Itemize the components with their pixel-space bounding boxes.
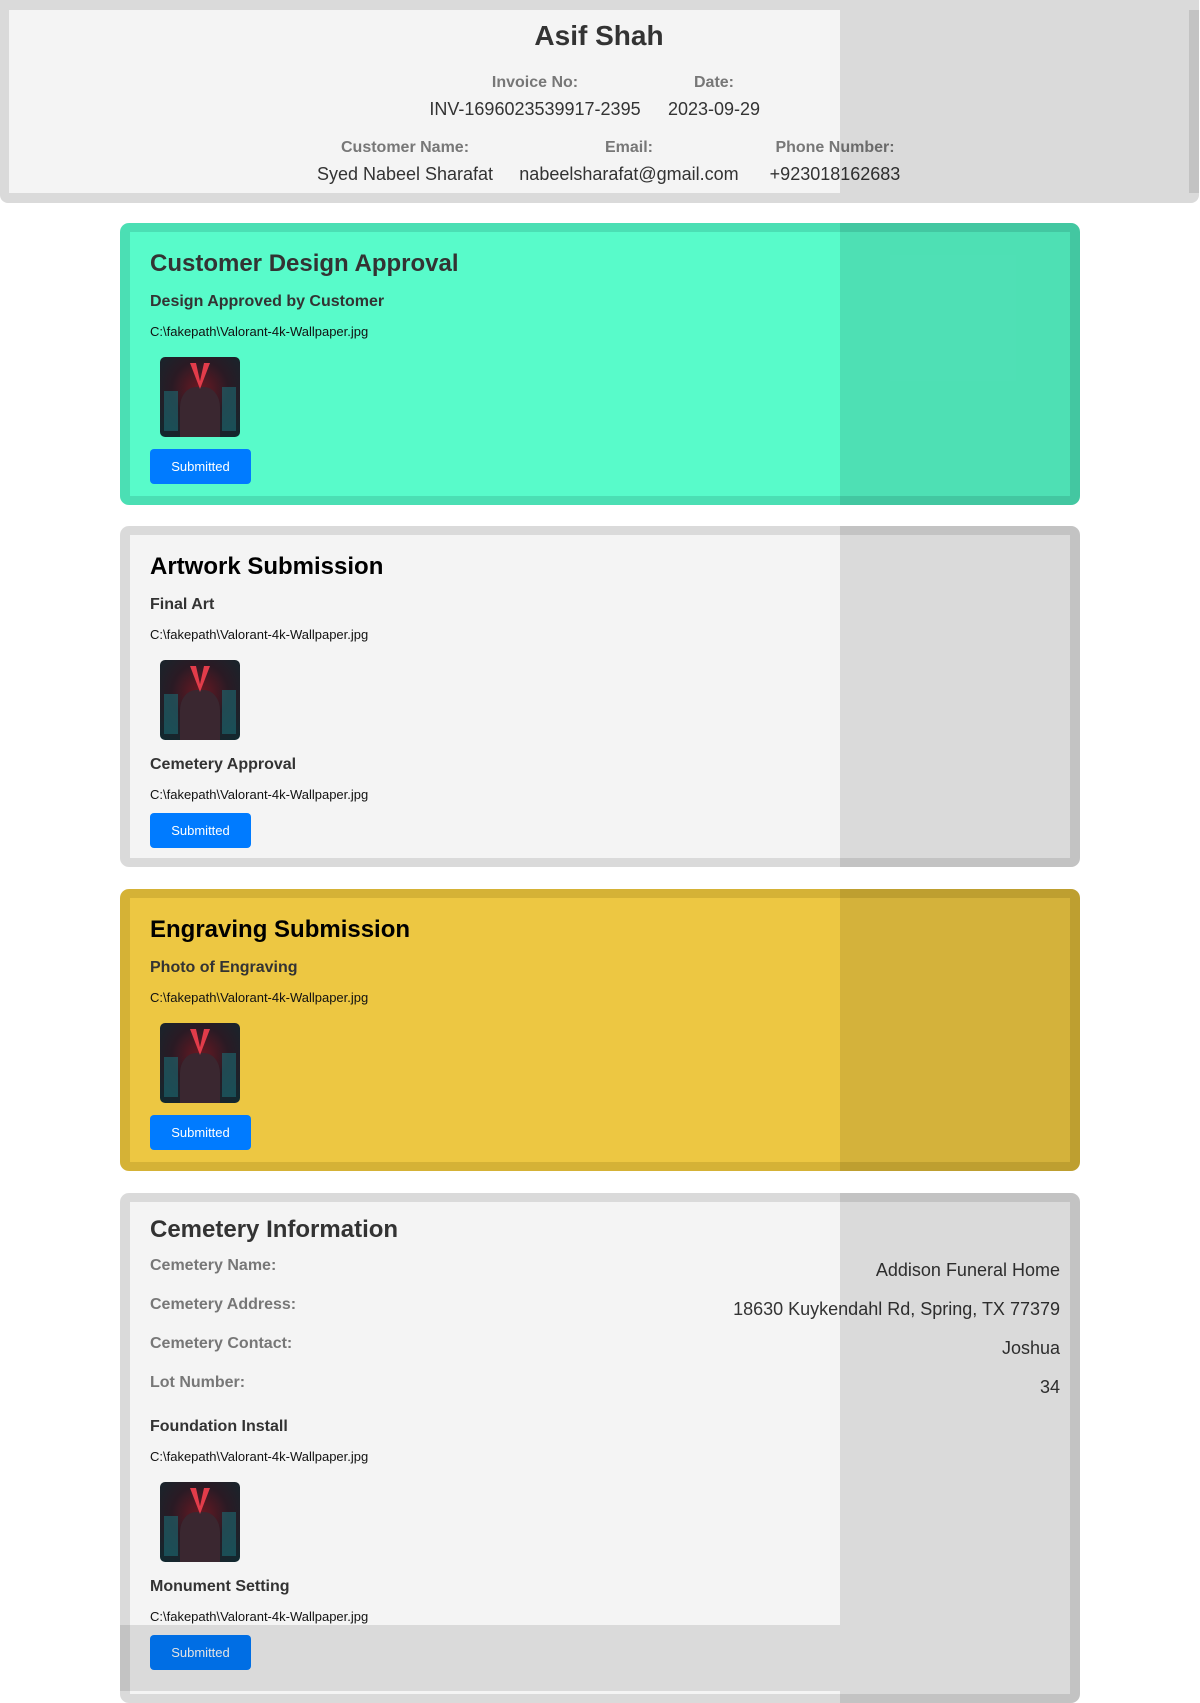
cemetery-title: Cemetery Information — [150, 1216, 399, 1243]
phone-value: +923018162683 — [769, 164, 901, 184]
cemetery-submitted-button[interactable]: Submitted — [150, 1635, 251, 1670]
overlay-shade — [840, 526, 1080, 867]
date-label: Date: — [693, 74, 734, 91]
final-art-label: Final Art — [150, 596, 215, 613]
invoice-no-label: Invoice No: — [491, 74, 579, 91]
engraving-submitted-button[interactable]: Submitted — [150, 1115, 251, 1150]
design-approval-card: Customer Design Approval Design Approved… — [120, 223, 1080, 505]
foundation-install-thumbnail[interactable] — [160, 1482, 240, 1562]
overlay-shade — [840, 1193, 1080, 1703]
final-art-file: C:\fakepath\Valorant-4k-Wallpaper.jpg — [150, 627, 369, 642]
customer-title: Asif Shah — [534, 20, 664, 51]
cemetery-address-label: Cemetery Address: — [150, 1296, 297, 1313]
engraving-title: Engraving Submission — [150, 916, 411, 943]
date-value: 2023-09-29 — [667, 99, 761, 119]
design-approved-file: C:\fakepath\Valorant-4k-Wallpaper.jpg — [150, 324, 369, 339]
engraving-card: Engraving Submission Photo of Engraving … — [120, 889, 1080, 1171]
overlay-shade — [840, 223, 1080, 505]
invoice-header: Asif Shah Invoice No: INV-1696023539917-… — [0, 0, 1199, 203]
lot-number-label: Lot Number: — [150, 1374, 246, 1391]
cemetery-contact-label: Cemetery Contact: — [150, 1335, 293, 1352]
foundation-install-label: Foundation Install — [150, 1418, 288, 1435]
cemetery-approval-file: C:\fakepath\Valorant-4k-Wallpaper.jpg — [150, 787, 369, 802]
final-art-thumbnail[interactable] — [160, 660, 240, 740]
design-approved-label: Design Approved by Customer — [150, 293, 385, 310]
engraving-thumbnail[interactable] — [160, 1023, 240, 1103]
customer-name-value: Syed Nabeel Sharafat — [316, 164, 494, 184]
foundation-install-file: C:\fakepath\Valorant-4k-Wallpaper.jpg — [150, 1449, 369, 1464]
photo-of-engraving-file: C:\fakepath\Valorant-4k-Wallpaper.jpg — [150, 990, 369, 1005]
artwork-card: Artwork Submission Final Art C:\fakepath… — [120, 526, 1080, 867]
invoice-header-body: Asif Shah Invoice No: INV-1696023539917-… — [9, 10, 1189, 193]
overlay-shade — [840, 889, 1080, 1171]
artwork-title: Artwork Submission — [150, 553, 384, 580]
monument-setting-label: Monument Setting — [150, 1578, 290, 1595]
customer-name-label: Customer Name: — [340, 139, 470, 156]
design-approved-thumbnail[interactable] — [160, 357, 240, 437]
design-approval-title: Customer Design Approval — [150, 250, 459, 277]
monument-setting-file: C:\fakepath\Valorant-4k-Wallpaper.jpg — [150, 1609, 369, 1624]
email-value: nabeelsharafat@gmail.com — [519, 164, 739, 184]
email-label: Email: — [604, 139, 653, 156]
cemetery-card: Cemetery Information Cemetery Name: Addi… — [120, 1193, 1080, 1703]
cemetery-name-label: Cemetery Name: — [150, 1257, 277, 1274]
cemetery-approval-label: Cemetery Approval — [150, 756, 297, 773]
artwork-submitted-button[interactable]: Submitted — [150, 813, 251, 848]
photo-of-engraving-label: Photo of Engraving — [150, 959, 298, 976]
phone-label: Phone Number: — [775, 139, 895, 156]
design-approval-submitted-button[interactable]: Submitted — [150, 449, 251, 484]
